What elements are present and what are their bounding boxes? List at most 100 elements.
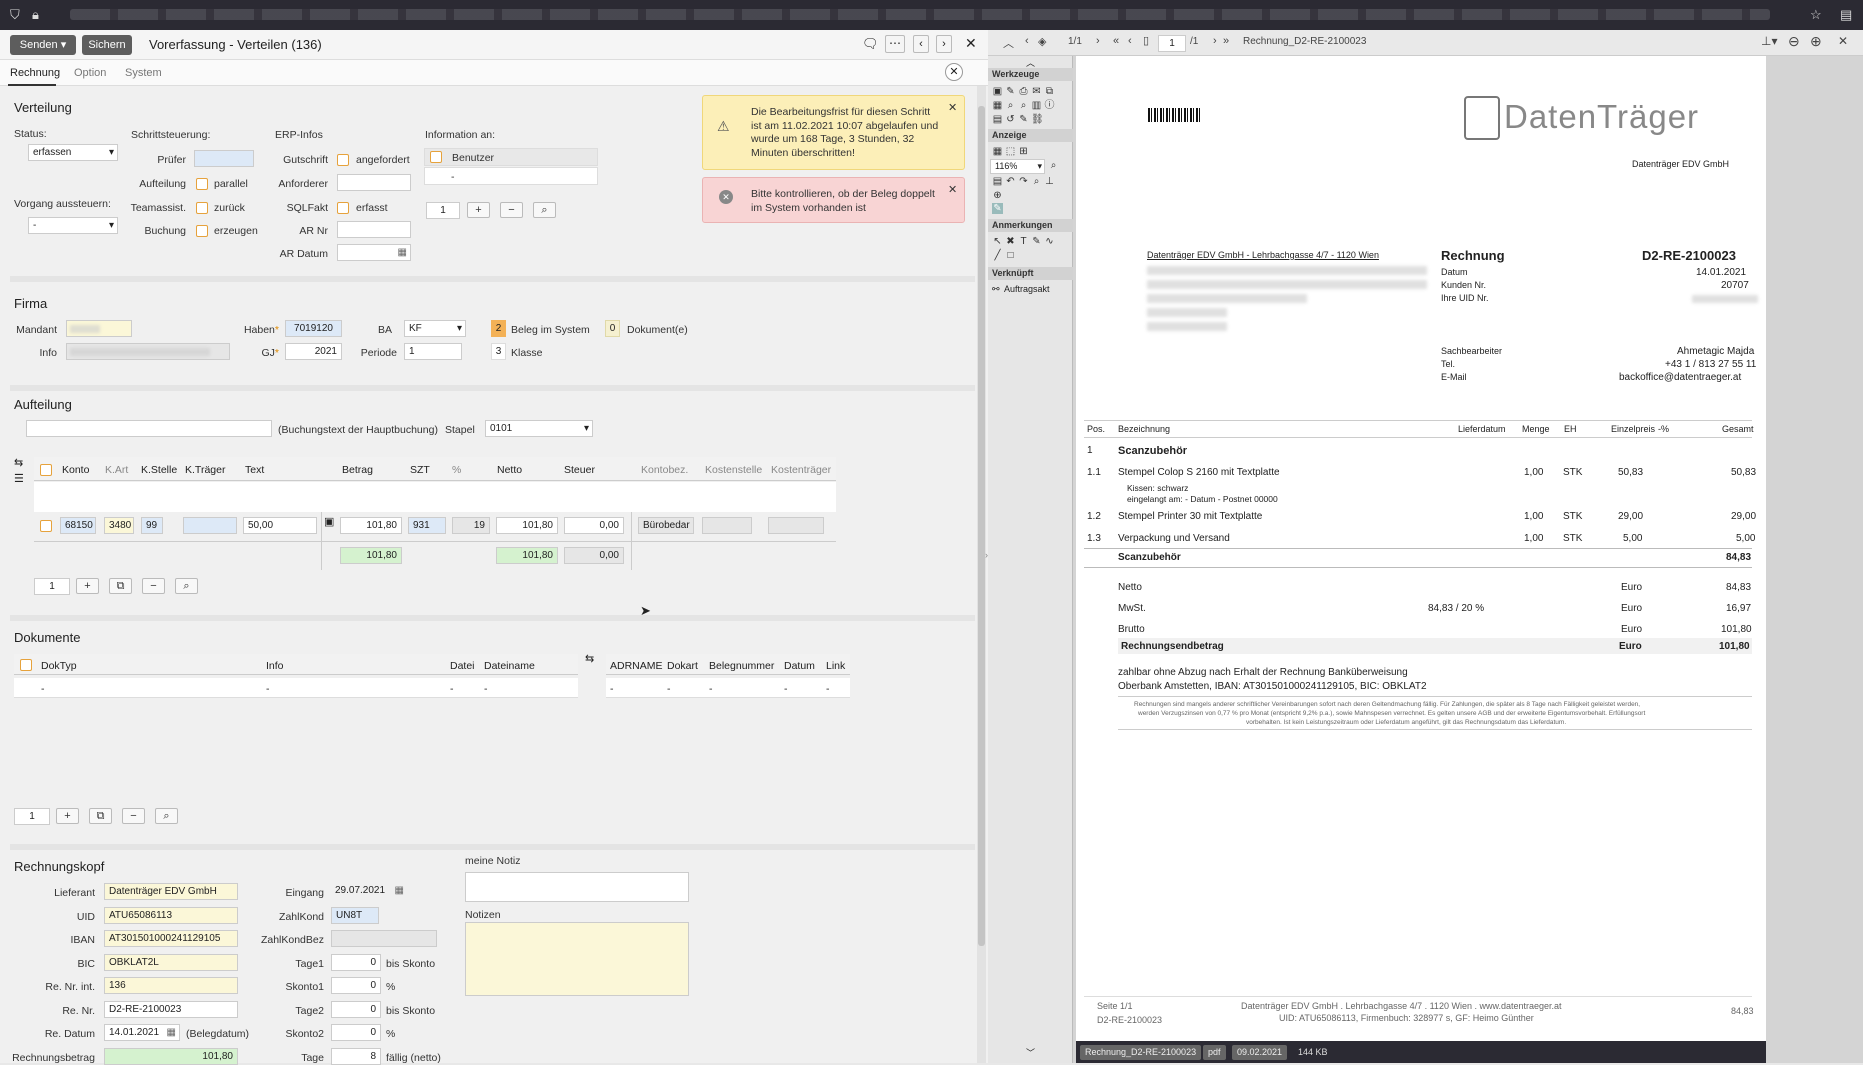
zoom-out-icon[interactable]: ⊖ [1788,33,1800,50]
lieferant-input[interactable]: Datenträger EDV GmbH [104,883,238,900]
info-select-all-checkbox[interactable] [430,151,442,163]
copy-row-icon[interactable]: ⧉ [109,578,132,594]
shield-icon[interactable]: ⛉ [10,7,20,23]
status-select[interactable]: erfassen ▾ [28,144,118,161]
tab-system[interactable]: System [125,67,162,79]
file-tag-name[interactable]: Rechnung_D2-RE-2100023 [1080,1045,1202,1060]
address-bar[interactable] [70,9,1770,20]
ardatum-input[interactable]: ▦ [337,244,411,261]
highlighter-icon[interactable]: ✎ [1031,236,1042,247]
pen-icon[interactable]: ✎ [1005,86,1016,97]
fit-icon[interactable]: ⊞ [1018,146,1029,157]
konto-input[interactable]: 68150 [60,517,96,534]
erzeugen-checkbox[interactable] [196,225,208,237]
grid-icon[interactable]: ▦ [992,100,1003,111]
search-icon[interactable]: ⌕ [533,202,556,218]
edit-text-icon[interactable]: ▣ [324,515,334,528]
calendar-icon[interactable]: ▦ [395,883,404,898]
stamp-icon[interactable]: ⊥ [1044,176,1055,187]
meine-notiz-textarea[interactable] [465,872,689,902]
close-circle-icon[interactable]: ✕ [945,63,963,81]
remove-row-icon[interactable]: − [142,578,165,594]
save-icon[interactable]: ▣ [992,86,1003,97]
scrollbar[interactable] [977,86,986,1063]
link-chain-icon[interactable]: ⚯ [992,284,1000,295]
print-icon[interactable]: ⎙ [1018,86,1029,97]
crosshair-icon[interactable]: ⊕ [992,190,1003,201]
pointer-icon[interactable]: ↖ [992,236,1003,247]
table-row[interactable] [34,482,836,512]
eingang-input[interactable]: 29.07.2021 ▦ [331,883,407,900]
tage-input[interactable]: 8 [331,1048,381,1065]
sidebar-verknuepft[interactable]: Verknüpft [988,267,1073,280]
ktraeger-input[interactable] [183,517,237,534]
rectangle-tool-icon[interactable]: □ [1005,250,1016,261]
zoom-select[interactable]: 116% ▾ [990,159,1045,174]
add-row-icon[interactable]: + [76,578,99,594]
uid-input[interactable]: ATU65086113 [104,907,238,924]
close-error-icon[interactable]: ✕ [948,184,957,198]
last-page-icon[interactable]: » [1223,35,1229,47]
renr-input[interactable]: D2-RE-2100023 [104,1001,238,1018]
add-doc-icon[interactable]: + [56,808,79,824]
netto-input[interactable]: 101,80 [496,517,558,534]
zahlkond-input[interactable]: UN8T [331,907,379,924]
note-icon[interactable]: ▤ [992,114,1003,125]
pct-input[interactable]: 19 [452,517,490,534]
prev-icon[interactable]: ‹ [913,35,929,53]
renrint-input[interactable]: 136 [104,977,238,994]
collapse-down-icon[interactable]: ﹀ [1026,1046,1035,1059]
rechnungsbetrag-input[interactable]: 101,80 [104,1048,238,1065]
buchungstext-input[interactable] [26,420,272,437]
notizen-textarea[interactable] [465,922,689,996]
tab-option[interactable]: Option [74,67,106,79]
betrag-input[interactable]: 101,80 [340,517,402,534]
stapel-select[interactable]: 0101 ▾ [485,420,593,437]
history-icon[interactable]: ↺ [1005,114,1016,125]
calendar-icon[interactable]: ▦ [167,1025,176,1040]
info-select[interactable] [66,343,230,360]
next-page-icon[interactable]: › [1096,35,1100,47]
prev-icon[interactable]: ‹ [1128,35,1132,47]
tab-rechnung[interactable]: Rechnung [10,67,60,79]
next-icon[interactable]: › [936,35,952,53]
mandant-input[interactable] [66,320,132,337]
page-input[interactable]: 1 [1158,35,1186,52]
vorgang-select[interactable]: - ▾ [28,217,118,234]
close-warning-icon[interactable]: ✕ [948,102,957,116]
chevron-up-icon[interactable]: ︿ [1003,35,1014,51]
search-row-icon[interactable]: ⌕ [175,578,198,594]
sidebar-anmerkungen[interactable]: Anmerkungen [988,219,1073,232]
redatum-input[interactable]: 14.01.2021 ▦ [104,1024,180,1041]
zoom-in-icon[interactable]: ⊕ [1810,33,1822,50]
sidebar-werkzeuge[interactable]: Werkzeuge [988,68,1073,81]
search-doc-icon[interactable]: ⌕ [155,808,178,824]
row-checkbox[interactable] [40,520,52,532]
rotate-left-icon[interactable]: ↶ [1005,176,1016,187]
file-tag-type[interactable]: pdf [1203,1045,1226,1060]
split-select-all-checkbox[interactable] [40,464,52,476]
split-pager-input[interactable]: 1 [34,578,70,595]
pencil-active-icon[interactable]: ✎ [992,203,1003,214]
close-pdf-icon[interactable]: ✕ [1838,34,1848,48]
fit-width-icon[interactable]: ⬚ [1005,146,1016,157]
tage2-input[interactable]: 0 [331,1001,381,1018]
gj-input[interactable]: 2021 [285,343,342,360]
more-icon[interactable]: ⋯ [885,35,905,53]
calendar-icon[interactable]: ▦ [398,245,407,260]
search-icon[interactable]: ⌕ [1005,100,1016,111]
text-input[interactable]: 50,00 [243,517,317,534]
first-page-icon[interactable]: « [1113,35,1119,47]
parallel-checkbox[interactable] [196,178,208,190]
bic-input[interactable]: OBKLAT2L [104,954,238,971]
book-icon[interactable]: ▥ [1031,100,1042,111]
ba-select[interactable]: KF ▾ [404,320,466,337]
auftragsakt-link[interactable]: Auftragsakt [1004,284,1050,294]
lock-icon[interactable]: 🔒︎ [32,7,39,23]
info-icon[interactable]: ⓘ [1044,100,1055,111]
skonto1-input[interactable]: 0 [331,977,381,994]
list-icon[interactable]: ☰ [14,472,24,485]
szt-input[interactable]: 931 [408,517,446,534]
delete-annotation-icon[interactable]: ✖ [1005,236,1016,247]
tage1-input[interactable]: 0 [331,954,381,971]
